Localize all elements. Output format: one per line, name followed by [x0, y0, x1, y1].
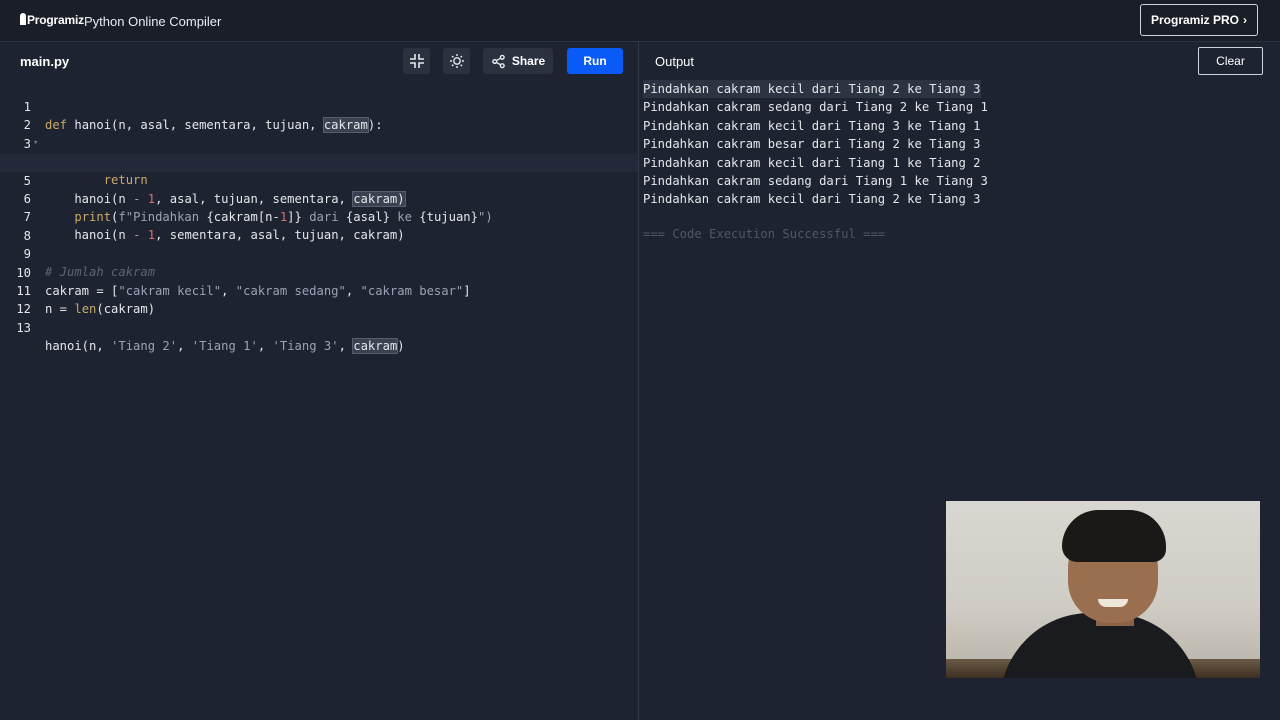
- code-line[interactable]: 1 def hanoi(n, asal, sementara, tujuan, …: [0, 80, 638, 133]
- output-line: Pindahkan cakram kecil dari Tiang 3 ke T…: [643, 118, 981, 133]
- logo-text: Programiz: [27, 13, 84, 27]
- webcam-person-hair: [1062, 510, 1166, 562]
- output-console[interactable]: Pindahkan cakram kecil dari Tiang 2 ke T…: [643, 80, 1263, 241]
- output-title: Output: [655, 54, 695, 69]
- code-line[interactable]: 4 return: [0, 135, 638, 187]
- code-line[interactable]: 9 # Jumlah cakram: [0, 227, 638, 279]
- output-line: Pindahkan cakram besar dari Tiang 2 ke T…: [643, 137, 981, 152]
- webcam-overlay: [946, 501, 1260, 678]
- collapse-arrows-icon: [409, 54, 424, 68]
- code-line[interactable]: 12: [0, 282, 638, 316]
- output-line: Pindahkan cakram sedang dari Tiang 2 ke …: [643, 100, 988, 115]
- output-line: Pindahkan cakram kecil dari Tiang 2 ke T…: [643, 80, 1263, 99]
- run-button[interactable]: Run: [567, 48, 623, 74]
- line-number: 13: [16, 320, 31, 335]
- file-tab-main-py[interactable]: main.py: [20, 54, 69, 69]
- code-line[interactable]: 2 ▾ if n == 1:: [0, 98, 638, 168]
- chevron-right-icon: ›: [1243, 13, 1248, 27]
- code-line[interactable]: 8: [0, 209, 638, 243]
- sun-icon: [449, 54, 464, 68]
- pro-button-label: Programiz PRO: [1150, 13, 1240, 27]
- share-button[interactable]: Share: [483, 48, 553, 74]
- logo-mark: [20, 13, 26, 25]
- code-line[interactable]: 11 n = len(cakram): [0, 264, 638, 316]
- theme-toggle-button[interactable]: [443, 48, 470, 74]
- top-bar: Programiz Python Online Compiler Program…: [0, 0, 1280, 42]
- pane-divider[interactable]: [638, 42, 639, 720]
- programiz-logo[interactable]: Programiz: [20, 13, 84, 27]
- output-header: Output Clear: [639, 42, 1280, 81]
- code-line[interactable]: 10 cakram = ["cakram kecil", "cakram sed…: [0, 246, 638, 298]
- output-line: Pindahkan cakram kecil dari Tiang 2 ke T…: [643, 192, 981, 207]
- code-editor[interactable]: 1 def hanoi(n, asal, sementara, tujuan, …: [0, 80, 638, 720]
- collapse-button[interactable]: [403, 48, 430, 74]
- share-label: Share: [511, 54, 546, 68]
- clear-button[interactable]: Clear: [1198, 47, 1263, 75]
- editor-header: main.py Share Run: [0, 42, 638, 81]
- output-line: Pindahkan cakram kecil dari Tiang 1 ke T…: [643, 155, 981, 170]
- output-line: Pindahkan cakram sedang dari Tiang 1 ke …: [643, 173, 988, 188]
- code-line[interactable]: 7 hanoi(n - 1, sementara, asal, tujuan, …: [0, 190, 638, 242]
- app-title: Python Online Compiler: [84, 14, 222, 29]
- share-icon: [491, 54, 505, 68]
- execution-status: === Code Execution Successful ===: [643, 226, 886, 241]
- webcam-person-smile: [1098, 599, 1128, 607]
- code-line-active[interactable]: 5 hanoi(n - 1, asal, tujuan, sementara, …: [0, 153, 638, 207]
- programiz-pro-button[interactable]: Programiz PRO ›: [1140, 4, 1258, 36]
- code-line[interactable]: 13 hanoi(n, 'Tiang 2', 'Tiang 1', 'Tiang…: [0, 301, 638, 354]
- code-line[interactable]: 3 print(f"Pindahkan {cakram[n-1]} dari {…: [0, 117, 638, 169]
- code-text: hanoi(n, 'Tiang 2', 'Tiang 1', 'Tiang 3'…: [45, 337, 405, 354]
- code-line[interactable]: 6 print(f"Pindahkan {cakram[n-1]} dari {…: [0, 172, 638, 224]
